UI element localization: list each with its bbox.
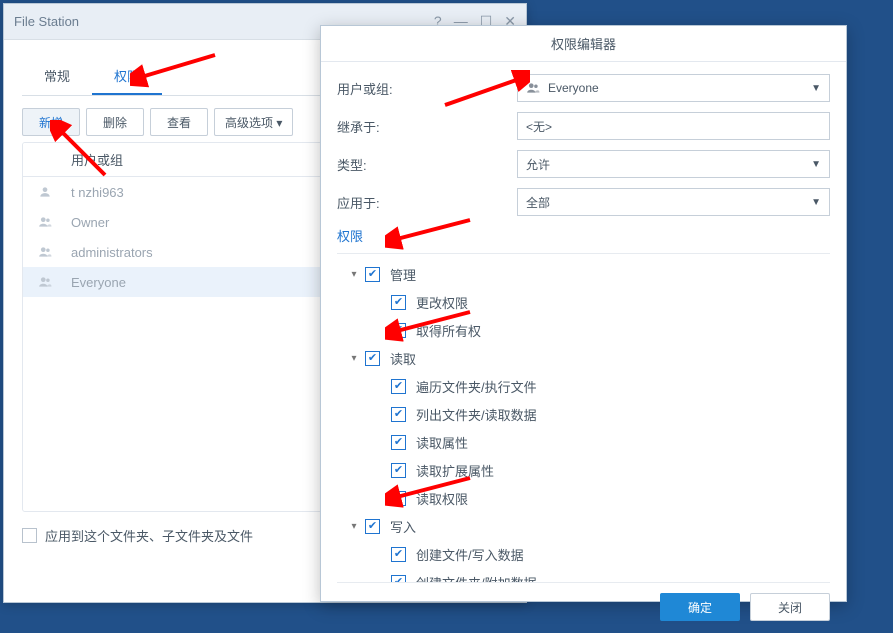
permission-section-label: 权限 xyxy=(337,226,830,245)
tree-item[interactable]: 列出文件夹/读取数据 xyxy=(337,400,830,428)
input-inherit[interactable]: <无> xyxy=(517,112,830,140)
group-icon xyxy=(23,215,67,229)
cancel-button[interactable]: 关闭 xyxy=(750,593,830,621)
view-button[interactable]: 查看 xyxy=(150,108,208,136)
row-type: 类型: 允许 ▼ xyxy=(337,150,830,178)
tab-permission[interactable]: 权限 xyxy=(92,58,162,95)
label-apply-to: 应用于: xyxy=(337,193,517,212)
tree-checkbox[interactable] xyxy=(391,435,406,450)
add-button[interactable]: 新增 xyxy=(22,108,80,136)
select-type[interactable]: 允许 ▼ xyxy=(517,150,830,178)
group-icon xyxy=(23,245,67,259)
tree-checkbox[interactable] xyxy=(365,351,380,366)
select-apply-to[interactable]: 全部 ▼ xyxy=(517,188,830,216)
tree-item[interactable]: 取得所有权 xyxy=(337,316,830,344)
row-user-group: 用户或组: Everyone ▼ xyxy=(337,74,830,102)
chevron-down-icon: ▼ xyxy=(811,197,821,208)
tab-general[interactable]: 常规 xyxy=(22,58,92,95)
expand-toggle-icon[interactable]: ▾ xyxy=(347,519,361,533)
permission-tree[interactable]: ▾ 管理更改权限取得所有权 ▾ 读取遍历文件夹/执行文件列出文件夹/读取数据读取属性读… xyxy=(337,253,830,583)
tree-item-label: 管理 xyxy=(390,265,416,284)
tree-checkbox[interactable] xyxy=(391,407,406,422)
tree-item-label: 创建文件夹/附加数据 xyxy=(416,573,537,584)
tree-item[interactable]: 创建文件夹/附加数据 xyxy=(337,568,830,583)
tree-item[interactable]: 更改权限 xyxy=(337,288,830,316)
tree-item[interactable]: ▾ 管理 xyxy=(337,260,830,288)
tree-item-label: 读取属性 xyxy=(416,433,468,452)
tree-item-label: 读取扩展属性 xyxy=(416,461,494,480)
ok-button[interactable]: 确定 xyxy=(660,593,740,621)
tree-item[interactable]: 读取扩展属性 xyxy=(337,456,830,484)
tree-checkbox[interactable] xyxy=(391,575,406,584)
tree-item[interactable]: 遍历文件夹/执行文件 xyxy=(337,372,830,400)
select-user-group-value: Everyone xyxy=(548,81,599,95)
expand-toggle-icon[interactable]: ▾ xyxy=(347,267,361,281)
apply-recursive-checkbox[interactable] xyxy=(22,528,37,543)
dialog-body: 用户或组: Everyone ▼ 继承于: <无> xyxy=(321,62,846,583)
permission-editor-dialog: 权限编辑器 用户或组: Everyone ▼ 继承于: <无> xyxy=(320,25,847,602)
tree-item-label: 写入 xyxy=(390,517,416,536)
delete-button[interactable]: 删除 xyxy=(86,108,144,136)
apply-recursive-label: 应用到这个文件夹、子文件夹及文件 xyxy=(45,526,253,545)
select-user-group[interactable]: Everyone ▼ xyxy=(517,74,830,102)
tree-item[interactable]: ▾ 读取 xyxy=(337,344,830,372)
tree-item[interactable]: 读取属性 xyxy=(337,428,830,456)
advanced-button[interactable]: 高级选项 ▾ xyxy=(214,108,293,136)
expand-toggle-icon[interactable]: ▾ xyxy=(347,351,361,365)
label-inherit: 继承于: xyxy=(337,117,517,136)
user-icon xyxy=(23,185,67,199)
tree-item[interactable]: 读取权限 xyxy=(337,484,830,512)
tree-checkbox[interactable] xyxy=(391,463,406,478)
tree-item-label: 列出文件夹/读取数据 xyxy=(416,405,537,424)
tree-checkbox[interactable] xyxy=(365,267,380,282)
tree-checkbox[interactable] xyxy=(391,547,406,562)
tree-item[interactable]: ▾ 写入 xyxy=(337,512,830,540)
tree-checkbox[interactable] xyxy=(391,491,406,506)
chevron-down-icon: ▼ xyxy=(811,159,821,170)
window-title: File Station xyxy=(14,14,79,29)
tree-item[interactable]: 创建文件/写入数据 xyxy=(337,540,830,568)
chevron-down-icon: ▼ xyxy=(811,83,821,94)
label-type: 类型: xyxy=(337,155,517,174)
tree-item-label: 读取权限 xyxy=(416,489,468,508)
select-type-value: 允许 xyxy=(526,156,550,173)
tree-item-label: 创建文件/写入数据 xyxy=(416,545,524,564)
group-icon xyxy=(526,81,540,95)
tree-item-label: 取得所有权 xyxy=(416,321,481,340)
tree-checkbox[interactable] xyxy=(365,519,380,534)
tree-item-label: 更改权限 xyxy=(416,293,468,312)
tree-checkbox[interactable] xyxy=(391,295,406,310)
tree-checkbox[interactable] xyxy=(391,323,406,338)
select-apply-to-value: 全部 xyxy=(526,194,550,211)
label-user-group: 用户或组: xyxy=(337,79,517,98)
tree-item-label: 遍历文件夹/执行文件 xyxy=(416,377,537,396)
row-inherit: 继承于: <无> xyxy=(337,112,830,140)
tree-checkbox[interactable] xyxy=(391,379,406,394)
group-icon xyxy=(23,275,67,289)
input-inherit-value: <无> xyxy=(526,118,552,135)
row-apply-to: 应用于: 全部 ▼ xyxy=(337,188,830,216)
dialog-title[interactable]: 权限编辑器 xyxy=(321,26,846,62)
dialog-footer: 确定 关闭 xyxy=(321,583,846,631)
tree-item-label: 读取 xyxy=(390,349,416,368)
